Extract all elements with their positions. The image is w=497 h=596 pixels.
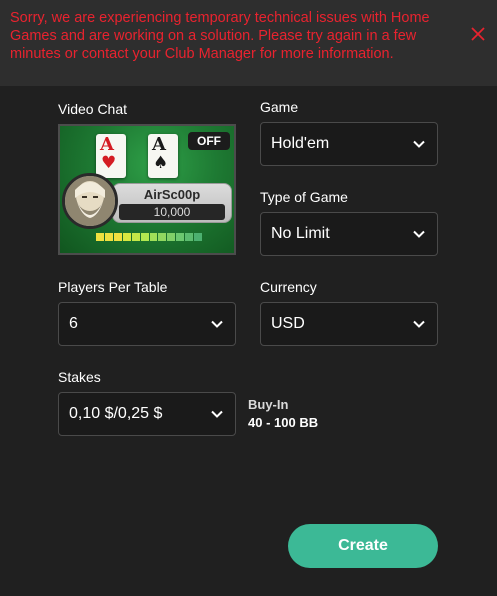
audio-level-meter <box>96 233 203 241</box>
error-banner: Sorry, we are experiencing temporary tec… <box>0 0 497 86</box>
hole-card-2: A ♠ <box>148 134 178 178</box>
video-chat-preview[interactable]: A ♥ A ♠ OFF AirSc00p 10,000 <box>58 124 236 255</box>
currency-label: Currency <box>260 279 317 295</box>
hole-card-1: A ♥ <box>96 134 126 178</box>
player-stack: 10,000 <box>119 204 225 220</box>
close-icon[interactable] <box>468 24 488 44</box>
game-label: Game <box>260 99 299 115</box>
type-of-game-label: Type of Game <box>260 189 348 205</box>
type-of-game-select[interactable]: No Limit <box>260 212 438 256</box>
game-select[interactable]: Hold'em <box>260 122 438 166</box>
stakes-label: Stakes <box>58 369 101 385</box>
stakes-value: 0,10 $/0,25 $ <box>69 405 163 422</box>
buy-in-label: Buy-In <box>248 397 289 412</box>
chevron-down-icon <box>211 320 223 328</box>
chevron-down-icon <box>211 410 223 418</box>
type-of-game-value: No Limit <box>271 225 330 242</box>
stakes-select[interactable]: 0,10 $/0,25 $ <box>58 392 236 436</box>
currency-value: USD <box>271 315 305 332</box>
game-value: Hold'em <box>271 135 330 152</box>
chevron-down-icon <box>413 320 425 328</box>
chevron-down-icon <box>413 140 425 148</box>
chevron-down-icon <box>413 230 425 238</box>
currency-select[interactable]: USD <box>260 302 438 346</box>
video-status-badge[interactable]: OFF <box>188 132 230 150</box>
video-chat-label: Video Chat <box>58 101 128 117</box>
players-per-table-select[interactable]: 6 <box>58 302 236 346</box>
error-message: Sorry, we are experiencing temporary tec… <box>10 10 430 62</box>
player-name: AirSc00p <box>143 187 201 202</box>
players-per-table-label: Players Per Table <box>58 279 168 295</box>
buy-in-value: 40 - 100 BB <box>248 415 319 430</box>
players-per-table-value: 6 <box>69 315 78 332</box>
player-nameplate: AirSc00p 10,000 <box>112 183 232 223</box>
create-button[interactable]: Create <box>288 524 438 568</box>
avatar <box>62 173 118 229</box>
